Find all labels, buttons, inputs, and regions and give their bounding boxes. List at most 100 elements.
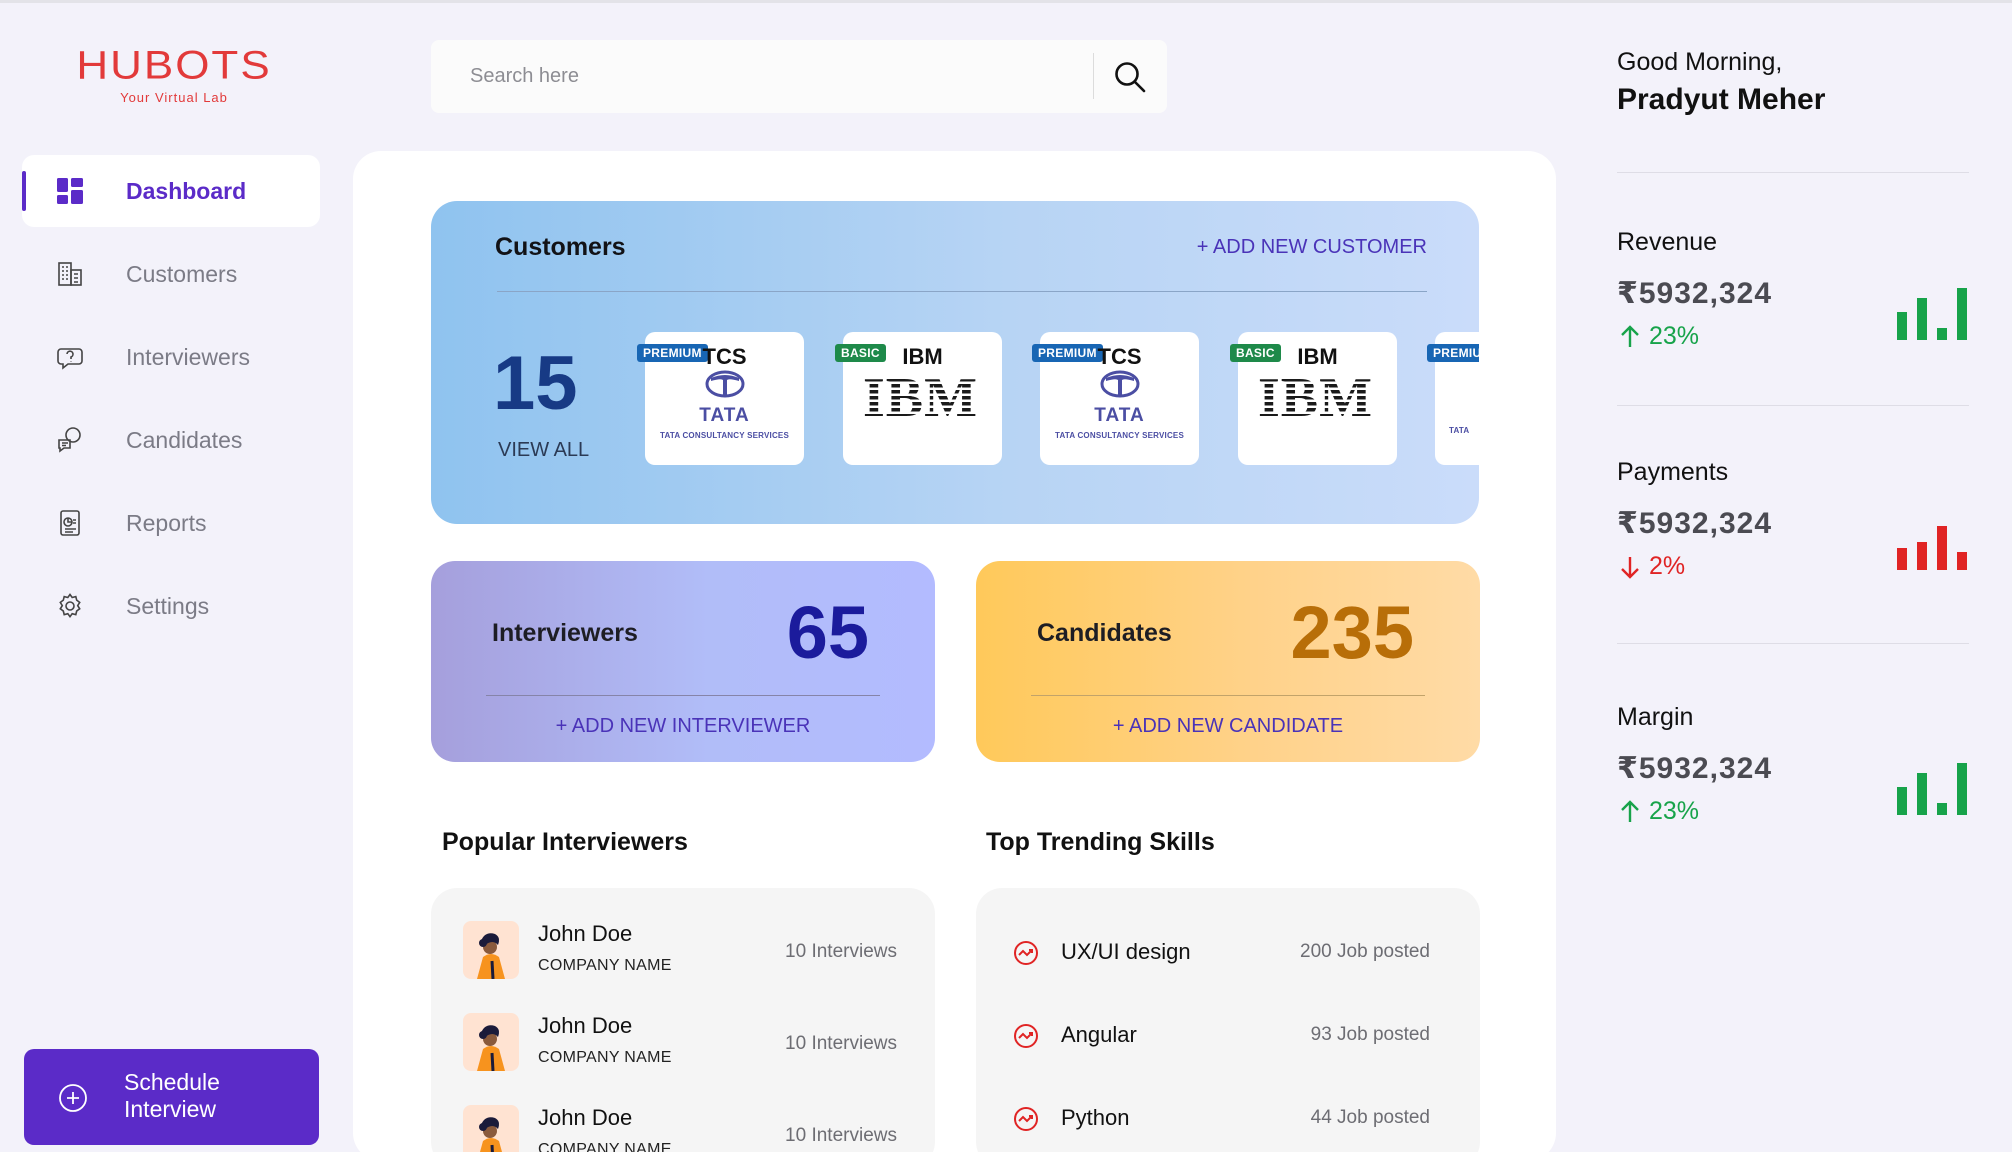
sidebar-item-reports[interactable]: Reports [22, 487, 320, 559]
report-icon [60, 510, 80, 536]
search-divider [1093, 53, 1094, 99]
add-interviewer-link[interactable]: + ADD NEW INTERVIEWER [431, 715, 935, 738]
tata-logo: TATA TATA CONSULTANCY SERVICES [645, 370, 804, 440]
popular-interviewers-title: Popular Interviewers [442, 828, 688, 856]
interview-count: 10 Interviews [785, 1033, 897, 1054]
avatar [463, 921, 519, 979]
building-icon [58, 262, 82, 286]
interviewers-divider [486, 695, 880, 696]
metric-label: Payments [1617, 458, 1729, 486]
sidebar-item-label: Candidates [126, 426, 243, 453]
brand-logo[interactable]: HUBOTS Your Virtual Lab [58, 44, 290, 105]
metric-label: Revenue [1617, 228, 1718, 256]
customers-card: Customers + ADD NEW CUSTOMER 15 VIEW ALL… [431, 201, 1479, 524]
interviewer-name: John Doe [538, 1013, 633, 1038]
interviewers-count: 65 [786, 591, 869, 674]
interview-count: 10 Interviews [785, 1125, 897, 1146]
interviewers-card: Interviewers 65 + ADD NEW INTERVIEWER [431, 561, 935, 762]
metric-change-value: 23% [1649, 322, 1700, 350]
tata-wordmark: TATA [699, 405, 750, 426]
person-illustration-icon [477, 933, 505, 979]
avatar [463, 1013, 519, 1071]
sidebar-item-label: Reports [126, 509, 207, 536]
customers-count: 15 [493, 341, 578, 426]
interviewers-label: Interviewers [492, 619, 638, 647]
sidebar-item-customers[interactable]: Customers [22, 238, 320, 310]
arrow-up-icon [1621, 324, 1639, 347]
top-border [0, 0, 2012, 3]
list-item[interactable]: UX/UI design 200 Job posted [976, 935, 1480, 975]
sidebar-item-dashboard[interactable]: Dashboard [22, 155, 320, 227]
list-item[interactable]: John Doe COMPANY NAME 10 Interviews [431, 921, 935, 1013]
list-item[interactable]: John Doe COMPANY NAME 10 Interviews [431, 1013, 935, 1105]
tata-logo: TATA [1435, 422, 1479, 435]
dashboard-icon [57, 178, 83, 204]
metric-change: 23% [1617, 322, 1699, 351]
gear-icon [59, 593, 81, 619]
list-item[interactable]: John Doe COMPANY NAME 10 Interviews [431, 1105, 935, 1152]
margin-metric: Margin ₹5932,324 23% [1617, 703, 1977, 833]
person-illustration-icon [479, 1117, 502, 1152]
candidates-label: Candidates [1037, 619, 1172, 647]
candidates-card: Candidates 235 + ADD NEW CANDIDATE [976, 561, 1480, 762]
interviewer-name: John Doe [538, 1105, 633, 1130]
divider [1617, 643, 1969, 644]
tata-logo: TATA TATA CONSULTANCY SERVICES [1040, 370, 1199, 440]
candidates-divider [1031, 695, 1425, 696]
bar-chart-icon [1897, 288, 1967, 340]
list-item[interactable]: Python 44 Job posted [976, 1101, 1480, 1141]
search-bar [431, 40, 1167, 113]
avatar [463, 1105, 519, 1152]
sidebar-item-candidates[interactable]: Candidates [22, 404, 320, 476]
metric-value: ₹5932,324 [1617, 752, 1773, 785]
tier-badge: PREMIUM [1427, 344, 1479, 362]
job-count: 200 Job posted [1300, 941, 1430, 962]
user-chat-icon [58, 427, 81, 453]
sidebar-item-interviewers[interactable]: Interviewers [22, 321, 320, 393]
metric-change: 23% [1617, 797, 1699, 826]
customers-divider [497, 291, 1427, 292]
schedule-interview-button[interactable]: Schedule Interview [24, 1049, 319, 1145]
customer-name: TCS [702, 344, 747, 369]
tata-emblem-icon [705, 370, 744, 398]
sidebar-nav: Dashboard Customers Interviewers Candida… [22, 155, 320, 653]
add-candidate-link[interactable]: + ADD NEW CANDIDATE [976, 715, 1480, 738]
revenue-metric: Revenue ₹5932,324 23% [1617, 228, 1977, 358]
customer-name: IBM [1297, 344, 1338, 369]
customers-title: Customers [495, 233, 626, 261]
tata-subtitle: TATA CONSULTANCY SERVICES [659, 431, 789, 440]
customer-tile-tcs[interactable]: PREMIUM TATA [1427, 332, 1479, 465]
metric-label: Margin [1617, 703, 1694, 731]
add-customer-link[interactable]: + ADD NEW CUSTOMER [1197, 236, 1427, 259]
bar-chart-icon [1897, 763, 1967, 815]
sidebar-item-label: Settings [126, 592, 210, 619]
user-name: Pradyut Meher [1617, 83, 1826, 116]
divider [1617, 405, 1969, 406]
view-all-link[interactable]: VIEW ALL [498, 439, 589, 462]
plus-circle-icon [59, 1084, 87, 1112]
brand-tagline: Your Virtual Lab [120, 90, 228, 105]
sidebar-item-label: Dashboard [126, 177, 247, 204]
trending-skills-title: Top Trending Skills [986, 828, 1215, 856]
search-input[interactable] [431, 40, 1091, 113]
metric-change: 2% [1617, 552, 1685, 581]
ibm-logo-icon: IBM [1258, 372, 1373, 418]
sidebar-item-settings[interactable]: Settings [22, 570, 320, 642]
trending-icon [1014, 941, 1038, 965]
customer-name: IBM [902, 344, 943, 369]
list-item[interactable]: Angular 93 Job posted [976, 1018, 1480, 1058]
sidebar-item-label: Interviewers [126, 343, 250, 370]
payments-metric: Payments ₹5932,324 2% [1617, 458, 1977, 588]
job-count: 44 Job posted [1310, 1107, 1430, 1128]
metric-value: ₹5932,324 [1617, 507, 1773, 540]
person-illustration-icon [477, 1025, 505, 1071]
trending-skills-list: UX/UI design 200 Job posted Angular 93 J… [976, 888, 1480, 1152]
customer-name: TCS [1097, 344, 1142, 369]
search-icon[interactable] [1111, 58, 1149, 96]
sidebar-item-label: Customers [126, 260, 238, 287]
greeting-text: Good Morning, [1617, 48, 1783, 76]
trending-icon [1014, 1024, 1038, 1048]
trending-icon [1014, 1107, 1038, 1131]
schedule-interview-label: Schedule Interview [124, 1069, 220, 1122]
skill-name: UX/UI design [1061, 939, 1191, 964]
